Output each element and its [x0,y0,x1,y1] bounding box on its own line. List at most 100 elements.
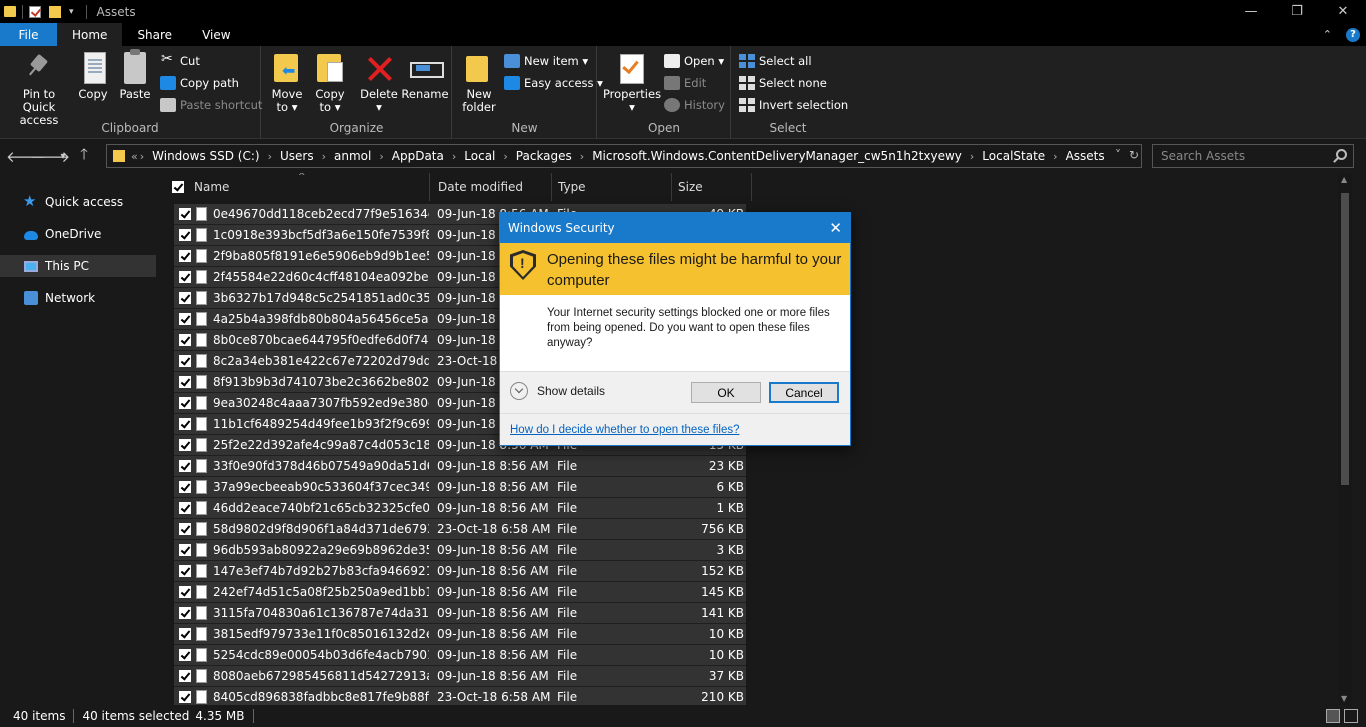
row-checkbox[interactable] [179,397,191,409]
up-button[interactable]: 🡑 [72,144,96,169]
breadcrumb-separator[interactable]: › [968,150,976,163]
overflow-icon[interactable]: « [131,150,138,163]
search-input[interactable]: Search Assets [1152,144,1354,168]
file-row[interactable]: 96db593ab80922a29e69b8962de3500d... 09-Ju… [174,540,746,561]
file-row[interactable]: 46dd2eace740bf21c65cb32325cfe0285... 09-J… [174,498,746,519]
file-row[interactable]: 8405cd896838fadbbc8e817fe9b88fb6a... 23-O… [174,687,746,705]
breadcrumb-separator[interactable]: › [138,150,146,163]
select-none-button[interactable]: Select none [739,73,827,93]
row-checkbox[interactable] [179,271,191,283]
column-name[interactable]: Name ^ [158,173,430,201]
scrollbar-thumb[interactable] [1341,193,1349,485]
row-checkbox[interactable] [179,607,191,619]
cancel-button[interactable]: Cancel [769,382,839,403]
open-button[interactable]: Open ▾ [664,51,724,71]
breadcrumb-separator[interactable]: › [578,150,586,163]
breadcrumb-item[interactable]: Packages [510,149,578,163]
minimize-button[interactable]: — [1228,0,1274,23]
ok-button[interactable]: OK [691,382,761,403]
tab-share[interactable]: Share [122,23,187,46]
row-checkbox[interactable] [179,670,191,682]
row-checkbox[interactable] [179,691,191,703]
row-checkbox[interactable] [179,208,191,220]
breadcrumb-item[interactable]: Users [274,149,320,163]
row-checkbox[interactable] [179,439,191,451]
file-row[interactable]: 8080aeb672985456811d54272913ac4b7... 09-J… [174,666,746,687]
nav-item-onedrive[interactable]: OneDrive [0,223,156,245]
row-checkbox[interactable] [179,649,191,661]
dialog-close-button[interactable]: ✕ [829,219,842,237]
file-row[interactable]: 37a99ecbeeab90c533604f37cec349cfc9... 09-… [174,477,746,498]
help-icon[interactable]: ? [1346,27,1360,42]
forward-button[interactable]: 🡒 [30,147,70,166]
row-checkbox[interactable] [179,376,191,388]
row-checkbox[interactable] [179,355,191,367]
row-checkbox[interactable] [179,502,191,514]
file-row[interactable]: 33f0e90fd378d46b07549a90da51d6d29... 09-J… [174,456,746,477]
breadcrumb-item[interactable]: AppData [386,149,450,163]
help-link[interactable]: How do I decide whether to open these fi… [510,424,740,436]
maximize-button[interactable]: ❐ [1274,0,1320,23]
tab-home[interactable]: Home [57,23,123,46]
show-details-toggle[interactable]: Show details [510,382,605,400]
file-row[interactable]: 3115fa704830a61c136787e74da31935d... 09-J… [174,603,746,624]
copy-button[interactable]: Copy [76,52,110,101]
collapse-ribbon-icon[interactable]: ⌃ [1323,28,1332,41]
breadcrumb-item[interactable]: Local [458,149,501,163]
row-checkbox[interactable] [179,481,191,493]
tab-view[interactable]: View [187,23,245,46]
address-bar[interactable]: « › Windows SSD (C:) › Users › anmol › AppData ›… [106,144,1142,168]
column-size[interactable]: Size [672,173,752,201]
select-all-checkbox[interactable] [172,181,184,193]
scroll-down-icon[interactable]: ▼ [1341,694,1347,703]
paste-shortcut-button[interactable]: Paste shortcut [160,95,262,115]
history-button[interactable]: History [664,95,725,115]
breadcrumb-item[interactable]: Assets [1060,149,1111,163]
new-folder-button[interactable]: New folder [461,52,497,114]
new-item-button[interactable]: New item ▾ [504,51,588,71]
properties-quick-icon[interactable] [29,5,41,18]
tab-file[interactable]: File [0,23,57,46]
invert-selection-button[interactable]: Invert selection [739,95,848,115]
nav-item-network[interactable]: Network [0,287,156,309]
row-checkbox[interactable] [179,229,191,241]
cut-button[interactable]: Cut [160,51,200,71]
new-folder-quick-icon[interactable] [49,5,61,18]
copy-to-button[interactable]: Copy to ▾ [313,52,347,114]
breadcrumb-item[interactable]: anmol [328,149,377,163]
delete-button[interactable]: Delete ▾ [359,52,399,114]
easy-access-button[interactable]: Easy access ▾ [504,73,603,93]
breadcrumb-separator[interactable]: › [266,150,274,163]
scroll-up-icon[interactable]: ▲ [1341,175,1347,184]
nav-item-quick-access[interactable]: Quick access [0,191,156,213]
row-checkbox[interactable] [179,544,191,556]
row-checkbox[interactable] [179,628,191,640]
copy-path-button[interactable]: Copy path [160,73,239,93]
row-checkbox[interactable] [179,313,191,325]
rename-button[interactable]: Rename [401,52,449,101]
column-date[interactable]: Date modified [432,173,552,201]
breadcrumb-item[interactable]: Microsoft.Windows.ContentDeliveryManager… [586,149,968,163]
breadcrumb-separator[interactable]: › [320,150,328,163]
breadcrumb-item[interactable]: Windows SSD (C:) [146,149,265,163]
breadcrumb-separator[interactable]: › [377,150,385,163]
breadcrumb-separator[interactable]: › [501,150,509,163]
select-all-button[interactable]: Select all [739,51,812,71]
properties-button[interactable]: Properties ▾ [603,52,661,114]
back-button[interactable]: 🡐 [6,147,46,166]
column-type[interactable]: Type [552,173,672,201]
row-checkbox[interactable] [179,292,191,304]
refresh-icon[interactable]: ↻ [1129,148,1139,162]
vertical-scrollbar[interactable]: ▲ ▼ [1338,173,1352,705]
file-row[interactable]: 147e3ef74b7d92b27b83cfa946692109f... 09-J… [174,561,746,582]
recent-locations-dropdown[interactable]: ▾ [54,151,72,162]
row-checkbox[interactable] [179,565,191,577]
breadcrumb-item[interactable]: LocalState [976,149,1051,163]
file-row[interactable]: 242ef74d51c5a08f25b250a9ed1bb1941... 09-J… [174,582,746,603]
address-dropdown-icon[interactable]: ˅ [1115,148,1121,162]
pin-to-quick-access-button[interactable]: Pin to Quick access [6,52,72,127]
customize-quick-access-dropdown[interactable]: ▾ [69,7,74,17]
row-checkbox[interactable] [179,586,191,598]
close-button[interactable]: ✕ [1320,0,1366,23]
details-view-icon[interactable] [1326,709,1340,723]
